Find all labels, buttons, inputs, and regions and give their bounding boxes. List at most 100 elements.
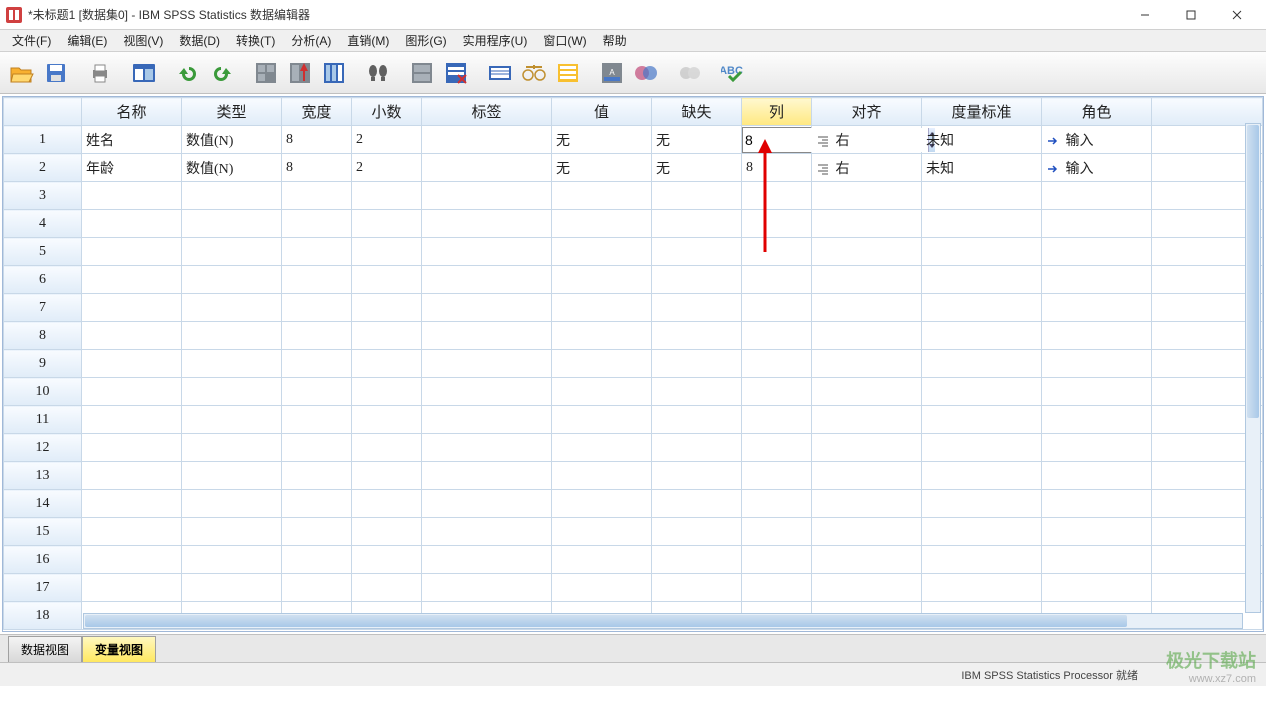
menu-view[interactable]: 视图(V)	[115, 30, 171, 51]
col-name[interactable]: 名称	[82, 98, 182, 126]
cell-empty[interactable]	[352, 490, 422, 518]
cell-empty[interactable]	[422, 266, 552, 294]
show-all-variables-icon[interactable]	[630, 57, 662, 89]
row-header[interactable]: 16	[4, 546, 82, 574]
cell-empty[interactable]	[282, 294, 352, 322]
redo-icon[interactable]	[206, 57, 238, 89]
col-width[interactable]: 宽度	[282, 98, 352, 126]
cell-missing[interactable]: 无	[652, 154, 742, 182]
cell-empty[interactable]	[422, 434, 552, 462]
cell-empty[interactable]	[82, 518, 182, 546]
cell-empty[interactable]	[552, 574, 652, 602]
cell-empty[interactable]	[182, 490, 282, 518]
row-header[interactable]: 2	[4, 154, 82, 182]
cell-empty[interactable]	[812, 322, 922, 350]
cell-empty[interactable]	[922, 462, 1042, 490]
menu-utilities[interactable]: 实用程序(U)	[455, 30, 536, 51]
cell-name[interactable]: 姓名	[82, 126, 182, 154]
cell-empty[interactable]	[812, 406, 922, 434]
cell-empty[interactable]	[812, 238, 922, 266]
cell-empty[interactable]	[422, 406, 552, 434]
cell-empty[interactable]	[182, 210, 282, 238]
cell-empty[interactable]	[652, 462, 742, 490]
cell-empty[interactable]	[82, 546, 182, 574]
insert-cases-icon[interactable]	[552, 57, 584, 89]
cell-empty[interactable]	[652, 546, 742, 574]
cell-empty[interactable]	[422, 238, 552, 266]
cell-empty[interactable]	[352, 406, 422, 434]
row-header[interactable]: 9	[4, 350, 82, 378]
cell-empty[interactable]	[812, 350, 922, 378]
cell-empty[interactable]	[922, 574, 1042, 602]
cell-empty[interactable]	[552, 238, 652, 266]
maximize-button[interactable]	[1168, 0, 1214, 30]
row-header[interactable]: 4	[4, 210, 82, 238]
cell-empty[interactable]	[352, 518, 422, 546]
cell-empty[interactable]	[282, 574, 352, 602]
cell-empty[interactable]	[422, 574, 552, 602]
cell-empty[interactable]	[742, 266, 812, 294]
row-header[interactable]: 12	[4, 434, 82, 462]
cell-decimals[interactable]: 2	[352, 126, 422, 154]
cell-empty[interactable]	[282, 210, 352, 238]
cell-empty[interactable]	[82, 182, 182, 210]
cell-empty[interactable]	[812, 434, 922, 462]
cell-width[interactable]: 8	[282, 126, 352, 154]
row-header[interactable]: 11	[4, 406, 82, 434]
goto-variable-icon[interactable]	[284, 57, 316, 89]
cell-empty[interactable]	[652, 378, 742, 406]
cell-empty[interactable]	[352, 350, 422, 378]
cell-empty[interactable]	[1042, 266, 1152, 294]
goto-case-icon[interactable]	[250, 57, 282, 89]
cell-empty[interactable]	[422, 378, 552, 406]
menu-edit[interactable]: 编辑(E)	[59, 30, 115, 51]
cell-empty[interactable]	[422, 350, 552, 378]
cell-empty[interactable]	[812, 210, 922, 238]
cell-columns[interactable]: 8	[742, 154, 812, 182]
cell-empty[interactable]	[352, 546, 422, 574]
cell-empty[interactable]	[652, 350, 742, 378]
cell-empty[interactable]	[552, 546, 652, 574]
minimize-button[interactable]	[1122, 0, 1168, 30]
cell-empty[interactable]	[182, 266, 282, 294]
cell-empty[interactable]	[282, 350, 352, 378]
cell-empty[interactable]	[742, 350, 812, 378]
cell-columns-edit[interactable]	[742, 126, 812, 154]
cell-empty[interactable]	[742, 406, 812, 434]
cell-empty[interactable]	[652, 182, 742, 210]
cell-empty[interactable]	[742, 546, 812, 574]
cell-empty[interactable]	[652, 322, 742, 350]
cell-empty[interactable]	[82, 434, 182, 462]
cell-empty[interactable]	[812, 182, 922, 210]
row-header[interactable]: 5	[4, 238, 82, 266]
cell-empty[interactable]	[652, 238, 742, 266]
cell-measure[interactable]: 未知	[922, 126, 1042, 154]
cell-empty[interactable]	[1042, 434, 1152, 462]
cell-empty[interactable]	[742, 518, 812, 546]
cell-empty[interactable]	[352, 182, 422, 210]
cell-empty[interactable]	[1042, 322, 1152, 350]
cell-values[interactable]: 无	[552, 154, 652, 182]
cell-empty[interactable]	[1042, 490, 1152, 518]
cell-empty[interactable]	[182, 406, 282, 434]
cell-empty[interactable]	[922, 518, 1042, 546]
tab-data-view[interactable]: 数据视图	[8, 636, 82, 662]
row-header[interactable]: 18	[4, 602, 82, 630]
cell-empty[interactable]	[812, 546, 922, 574]
cell-values[interactable]: 无	[552, 126, 652, 154]
cell-empty[interactable]	[652, 266, 742, 294]
col-type[interactable]: 类型	[182, 98, 282, 126]
cell-empty[interactable]	[182, 546, 282, 574]
cell-empty[interactable]	[182, 294, 282, 322]
cell-empty[interactable]	[552, 378, 652, 406]
cell-empty[interactable]	[422, 518, 552, 546]
cell-empty[interactable]	[812, 574, 922, 602]
tab-variable-view[interactable]: 变量视图	[82, 636, 156, 662]
cell-empty[interactable]	[182, 350, 282, 378]
menu-transform[interactable]: 转换(T)	[228, 30, 283, 51]
cell-empty[interactable]	[422, 182, 552, 210]
cell-empty[interactable]	[552, 434, 652, 462]
cell-empty[interactable]	[742, 574, 812, 602]
cell-empty[interactable]	[82, 490, 182, 518]
cell-empty[interactable]	[352, 294, 422, 322]
